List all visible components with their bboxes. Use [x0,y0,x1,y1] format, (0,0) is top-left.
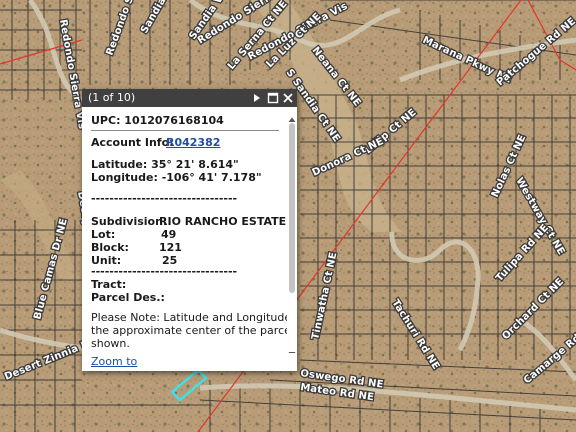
popup-counter: (1 of 10) [88,91,136,104]
parcel-info-popup: (1 of 10) UPC: 1012076168104 Account Inf… [82,89,297,371]
account-info-link[interactable]: R042382 [166,136,220,149]
upc-text: UPC: 1012076168104 [91,114,224,127]
maximize-icon[interactable] [266,91,280,105]
zoom-to-link[interactable]: Zoom to [91,355,137,368]
note-line: the approximate center of the parcel [91,324,287,337]
scrollbar-thumb[interactable] [289,123,295,293]
lot-value: 49 [161,228,177,241]
close-icon[interactable] [281,91,295,105]
block-label: Block: [91,241,129,254]
popup-content: UPC: 1012076168104 Account Info: R042382… [82,107,287,371]
parcel-des-label: Parcel Des.: [91,291,165,304]
latitude-text: Latitude: 35° 21' 8.614" [91,158,239,171]
account-info-label: Account Info: [91,136,174,149]
popup-header: (1 of 10) [82,89,297,107]
subdivision-label: Subdivision: [91,215,168,228]
note-line: Please Note: Latitude and Longitude is [91,311,287,324]
popup-footer: Zoom to [82,353,297,371]
longitude-text: Longitude: -106° 41' 7.178" [91,171,262,184]
note-line: shown. [91,337,130,350]
popup-scrollbar[interactable] [287,107,297,357]
tract-label: Tract: [91,278,127,291]
lot-label: Lot: [91,228,116,241]
play-next-icon[interactable] [250,91,264,105]
divider-text: -------------------------------- [91,265,238,278]
subdivision-value: RIO RANCHO ESTATES [159,215,287,228]
block-value: 121 [159,241,182,254]
divider-text: -------------------------------- [91,192,238,205]
divider-line [91,130,279,131]
